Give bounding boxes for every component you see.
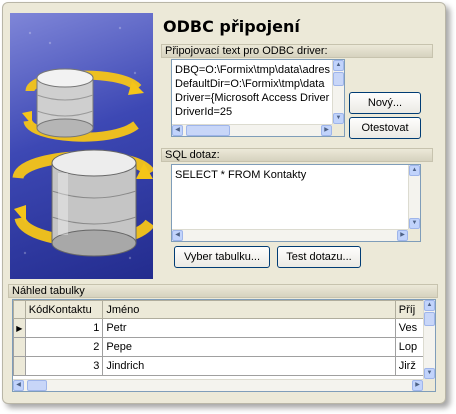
scroll-up-icon[interactable]: ▲ xyxy=(333,60,344,71)
new-connection-button[interactable]: Nový... xyxy=(349,92,421,114)
scroll-thumb[interactable] xyxy=(27,380,47,391)
row-indicator-header xyxy=(13,300,26,319)
connection-line: DefaultDir=O:\Formix\tmp\data xyxy=(175,78,325,90)
odbc-dialog: ODBC připojení Připojovací text pro ODBC… xyxy=(2,2,446,404)
table-row[interactable]: 2 Pepe Lop xyxy=(13,337,435,357)
scroll-corner xyxy=(332,124,344,136)
cell-name[interactable]: Jindrich xyxy=(102,356,396,376)
sql-query-text: SELECT * FROM Kontakty xyxy=(175,169,307,181)
scroll-down-icon[interactable]: ▼ xyxy=(424,368,435,379)
scroll-right-icon[interactable]: ▶ xyxy=(321,125,332,136)
cell-name[interactable]: Pepe xyxy=(102,337,396,357)
database-cylinders-icon xyxy=(12,26,153,260)
table-preview-caption: Náhled tabulky xyxy=(8,284,438,298)
scroll-right-icon[interactable]: ▶ xyxy=(412,380,423,391)
vertical-scrollbar[interactable]: ▲ ▼ xyxy=(332,60,344,124)
scroll-thumb[interactable] xyxy=(333,72,344,86)
vertical-scrollbar[interactable]: ▲ ▼ xyxy=(423,300,435,379)
scroll-down-icon[interactable]: ▼ xyxy=(409,218,420,229)
horizontal-scrollbar[interactable]: ◀ ▶ xyxy=(172,229,408,241)
cell-id[interactable]: 3 xyxy=(24,356,104,376)
connection-string-input[interactable]: DBQ=O:\Formix\tmp\data\adres DefaultDir=… xyxy=(171,59,345,137)
scroll-right-icon[interactable]: ▶ xyxy=(397,230,408,241)
connection-string-text: DBQ=O:\Formix\tmp\data\adres DefaultDir=… xyxy=(175,63,330,119)
test-query-button[interactable]: Test dotazu... xyxy=(277,246,361,268)
scroll-up-icon[interactable]: ▲ xyxy=(424,300,435,311)
table-header-row: KódKontaktu Jméno Příj xyxy=(13,300,435,319)
scroll-up-icon[interactable]: ▲ xyxy=(409,165,420,176)
connection-line: Driver={Microsoft Access Driver xyxy=(175,92,330,104)
column-header-kodkontaktu[interactable]: KódKontaktu xyxy=(24,300,104,319)
sql-query-input[interactable]: SELECT * FROM Kontakty ▲ ▼ ◀ ▶ xyxy=(171,164,421,242)
vertical-scrollbar[interactable]: ▲ ▼ xyxy=(408,165,420,229)
table-row[interactable]: 3 Jindrich Jirž xyxy=(13,356,435,376)
current-row-icon: ▶ xyxy=(13,318,26,338)
scroll-left-icon[interactable]: ◀ xyxy=(13,380,24,391)
sql-query-caption: SQL dotaz: xyxy=(161,148,433,162)
cell-id[interactable]: 2 xyxy=(24,337,104,357)
choose-table-button[interactable]: Vyber tabulku... xyxy=(174,246,270,268)
connection-line: DriverId=25 xyxy=(175,106,233,118)
database-illustration xyxy=(10,13,153,279)
scroll-down-icon[interactable]: ▼ xyxy=(333,113,344,124)
test-connection-button[interactable]: Otestovat xyxy=(349,117,421,139)
scroll-corner xyxy=(408,229,420,241)
column-header-jmeno[interactable]: Jméno xyxy=(102,300,396,319)
connection-string-caption: Připojovací text pro ODBC driver: xyxy=(161,44,433,58)
scroll-left-icon[interactable]: ◀ xyxy=(172,230,183,241)
cell-id[interactable]: 1 xyxy=(24,318,104,338)
table-row[interactable]: ▶ 1 Petr Ves xyxy=(13,318,435,338)
row-indicator xyxy=(13,356,26,376)
connection-line: DBQ=O:\Formix\tmp\data\adres xyxy=(175,64,330,76)
horizontal-scrollbar[interactable]: ◀ ▶ xyxy=(172,124,332,136)
scroll-thumb[interactable] xyxy=(186,125,230,136)
scroll-left-icon[interactable]: ◀ xyxy=(172,125,183,136)
row-indicator xyxy=(13,337,26,357)
preview-table: KódKontaktu Jméno Příj ▶ 1 Petr Ves 2 Pe… xyxy=(13,300,435,376)
scroll-corner xyxy=(423,379,435,391)
horizontal-scrollbar[interactable]: ◀ ▶ xyxy=(13,379,423,391)
table-preview-grid[interactable]: KódKontaktu Jméno Příj ▶ 1 Petr Ves 2 Pe… xyxy=(12,299,436,392)
page-title: ODBC připojení xyxy=(163,17,300,36)
scroll-thumb[interactable] xyxy=(424,312,435,326)
cell-name[interactable]: Petr xyxy=(102,318,396,338)
